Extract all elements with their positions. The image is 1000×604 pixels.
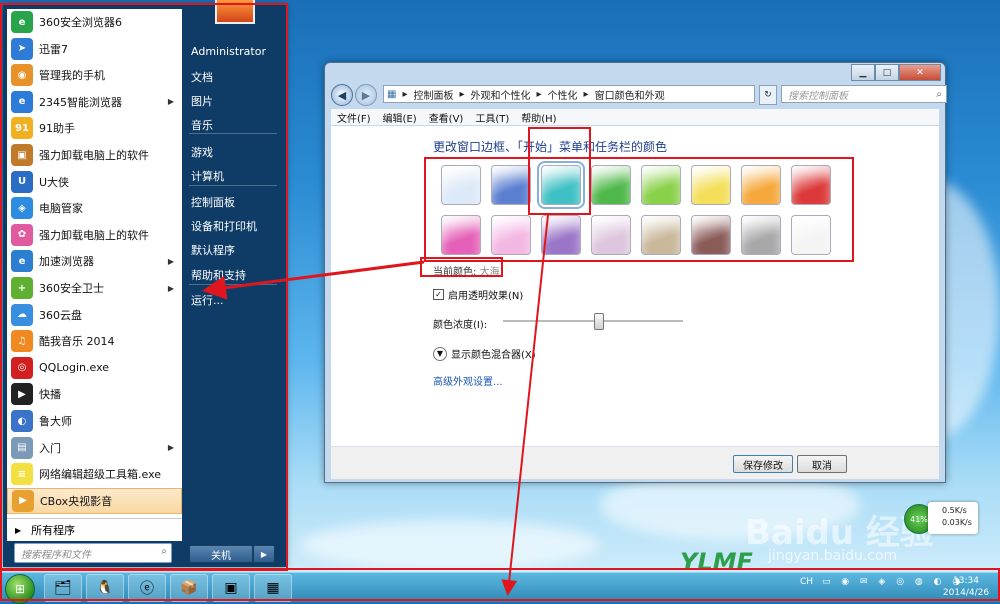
save-button[interactable]: 保存修改	[733, 455, 793, 473]
menu-help[interactable]: 帮助(H)	[521, 110, 556, 125]
breadcrumb-separator: ▸	[536, 88, 542, 100]
intensity-slider-thumb[interactable]	[594, 313, 605, 330]
control-panel-search-placeholder: 搜索控制面板	[788, 90, 848, 102]
baidu-watermark-url: jingyan.baidu.com	[768, 548, 898, 564]
menu-bar: 文件(F) 编辑(E) 查看(V) 工具(T) 帮助(H)	[331, 109, 939, 125]
annotation-box-swatches	[424, 157, 854, 262]
transparency-checkbox[interactable]: ✓ 启用透明效果(N)	[433, 287, 523, 302]
breadcrumb-control-panel[interactable]: 控制面板	[413, 87, 453, 102]
control-panel-search-input[interactable]: 搜索控制面板 ⌕	[781, 85, 947, 103]
intensity-slider-track[interactable]	[503, 320, 683, 322]
menu-edit[interactable]: 编辑(E)	[383, 110, 417, 125]
navigation-bar: ◀ ▶ ▦ ▸ 控制面板 ▸ 外观和个性化 ▸ 个性化 ▸ 窗口颜色和外观 ↻ …	[331, 83, 947, 107]
menu-tools[interactable]: 工具(T)	[475, 110, 509, 125]
upload-speed: 0.5K/s	[942, 506, 967, 515]
search-icon: ⌕	[936, 88, 942, 100]
intensity-label: 颜色浓度(I):	[433, 320, 488, 331]
forward-arrow-icon[interactable]: ▶	[355, 84, 377, 106]
breadcrumb-separator: ▸	[459, 88, 465, 100]
annotation-box-selected-swatch	[528, 127, 591, 215]
maximize-button[interactable]: □	[875, 64, 899, 81]
menu-file[interactable]: 文件(F)	[337, 110, 371, 125]
advanced-appearance-link[interactable]: 高级外观设置...	[433, 373, 503, 388]
menu-view[interactable]: 查看(V)	[429, 110, 464, 125]
annotation-box-current-color	[420, 257, 503, 277]
annotation-box-start-menu	[0, 3, 288, 571]
cancel-button[interactable]: 取消	[797, 455, 847, 473]
checkmark-icon[interactable]: ✓	[433, 289, 444, 300]
color-mixer-toggle[interactable]: ▼ 显示颜色混合器(X)	[433, 346, 536, 361]
color-mixer-label: 显示颜色混合器(X)	[451, 350, 536, 361]
breadcrumb-appearance[interactable]: 外观和个性化	[471, 87, 531, 102]
refresh-icon[interactable]: ↻	[759, 85, 777, 105]
breadcrumb-window-color[interactable]: 窗口颜色和外观	[595, 87, 665, 102]
color-appearance-window: ▁ □ ✕ ◀ ▶ ▦ ▸ 控制面板 ▸ 外观和个性化 ▸ 个性化 ▸ 窗口颜色…	[324, 62, 947, 483]
minimize-button[interactable]: ▁	[851, 64, 875, 81]
breadcrumb-personalization[interactable]: 个性化	[548, 87, 578, 102]
network-speed-panel: 0.5K/s 0.03K/s	[928, 502, 978, 534]
control-panel-icon: ▦	[387, 88, 397, 100]
address-bar[interactable]: ▦ ▸ 控制面板 ▸ 外观和个性化 ▸ 个性化 ▸ 窗口颜色和外观	[383, 85, 755, 103]
download-speed: 0.03K/s	[942, 518, 972, 527]
close-button[interactable]: ✕	[899, 64, 941, 81]
back-arrow-icon[interactable]: ◀	[331, 84, 353, 106]
transparency-label: 启用透明效果(N)	[448, 291, 524, 302]
chevron-down-icon[interactable]: ▼	[433, 346, 447, 361]
network-monitor-widget[interactable]: 41% 0.5K/s 0.03K/s	[904, 502, 978, 534]
breadcrumb-separator: ▸	[583, 88, 589, 100]
window-button-bar: 保存修改 取消	[331, 446, 939, 479]
breadcrumb-separator: ▸	[402, 88, 408, 100]
desktop-cloud	[300, 520, 600, 570]
annotation-box-taskbar	[0, 568, 1000, 601]
window-controls: ▁ □ ✕	[851, 64, 941, 81]
